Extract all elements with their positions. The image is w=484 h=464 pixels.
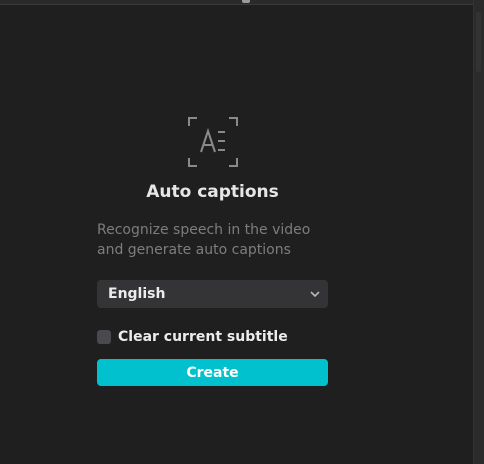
auto-captions-panel: Auto captions Recognize speech in the vi… bbox=[97, 116, 328, 386]
clear-subtitle-option[interactable]: Clear current subtitle bbox=[97, 329, 328, 345]
language-select-value: English bbox=[108, 286, 166, 302]
language-select[interactable]: English bbox=[97, 280, 328, 308]
clear-subtitle-label: Clear current subtitle bbox=[118, 329, 288, 345]
scrollbar-thumb[interactable] bbox=[476, 12, 481, 72]
create-button[interactable]: Create bbox=[97, 359, 328, 386]
description-line: and generate auto captions bbox=[97, 242, 291, 258]
resize-handle-icon[interactable] bbox=[242, 0, 250, 3]
vertical-scrollbar[interactable] bbox=[473, 0, 484, 464]
top-divider bbox=[0, 0, 474, 5]
panel-description: Recognize speech in the video and genera… bbox=[97, 220, 328, 260]
auto-captions-page: Auto captions Recognize speech in the vi… bbox=[0, 0, 484, 464]
description-line: Recognize speech in the video bbox=[97, 222, 311, 238]
panel-title: Auto captions bbox=[146, 182, 279, 202]
auto-captions-icon bbox=[187, 117, 238, 167]
chevron-down-icon bbox=[310, 291, 320, 297]
clear-subtitle-checkbox[interactable] bbox=[97, 330, 111, 344]
